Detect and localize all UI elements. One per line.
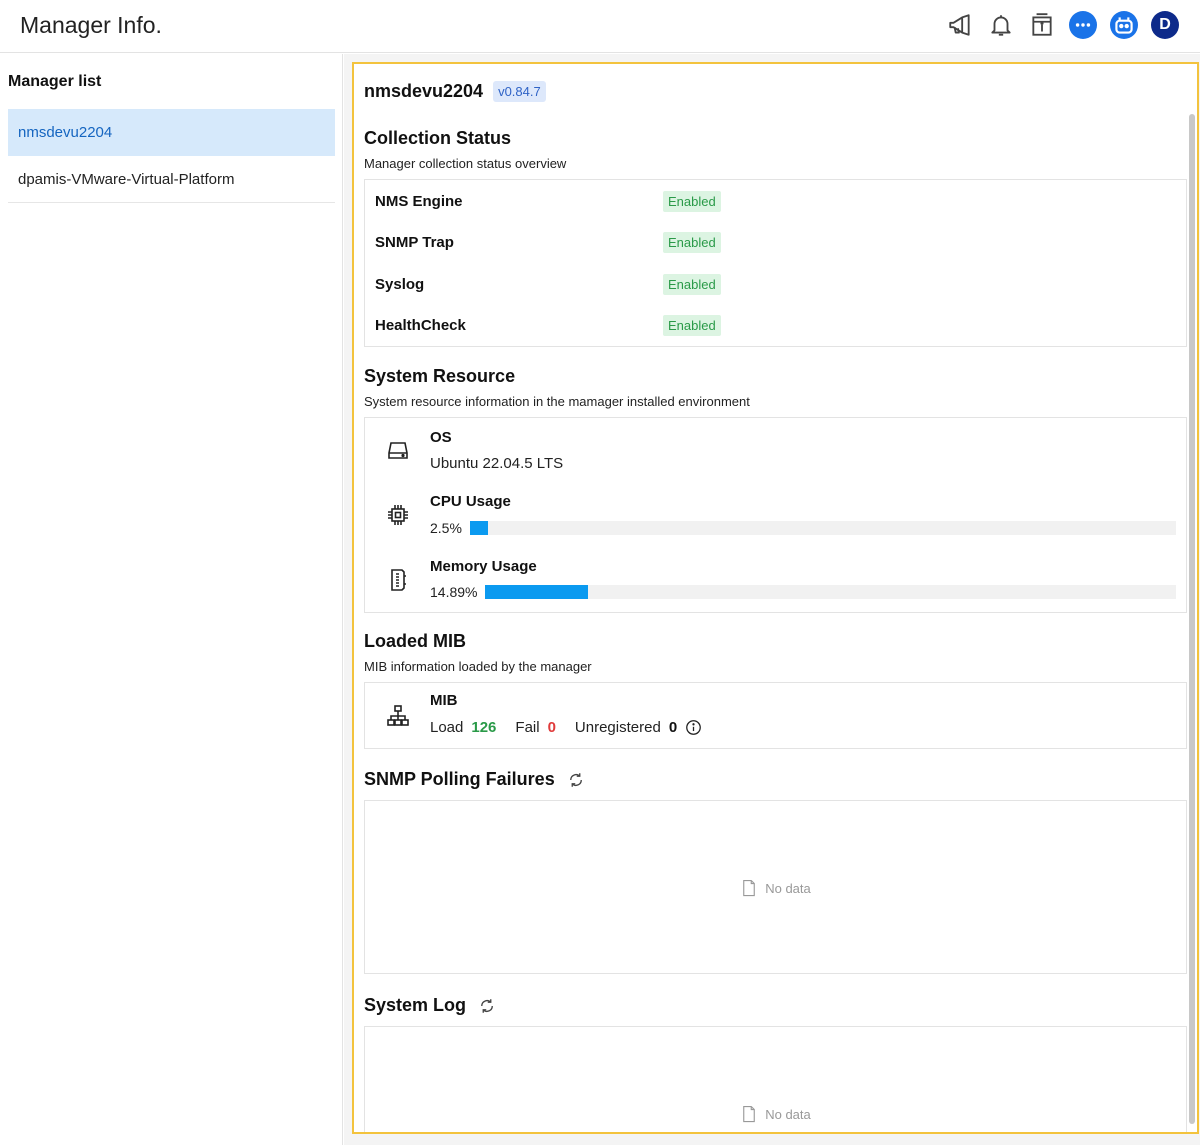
manager-name: nmsdevu2204 <box>364 81 484 101</box>
mib-label: MIB <box>430 692 458 709</box>
cpu-label: CPU Usage <box>430 493 511 510</box>
loaded-mib-subtitle: MIB information loaded by the manager <box>364 659 592 674</box>
version-badge: v0.84.7 <box>493 81 546 102</box>
fail-label: Fail <box>515 719 540 736</box>
cpu-percent: 2.5% <box>430 520 462 536</box>
status-badge: Enabled <box>663 190 721 212</box>
memory-icon <box>385 567 411 593</box>
avatar[interactable]: D <box>1150 10 1180 40</box>
manager-detail-panel: nmsdevu2204 v0.84.7 Collection Status Ma… <box>352 62 1199 1134</box>
page-title: Manager Info. <box>20 12 162 38</box>
bell-icon[interactable] <box>986 10 1016 40</box>
load-value: 126 <box>471 719 497 736</box>
status-row-snmp-trap: SNMP Trap Enabled <box>375 229 1175 255</box>
mib-stats: Load 126 Fail 0 Unregistered 0 <box>430 719 702 736</box>
top-header: Manager Info. D <box>0 0 1200 53</box>
memory-percent: 14.89% <box>430 584 478 600</box>
info-box-icon[interactable] <box>1027 10 1057 40</box>
system-log-box: No data <box>364 1026 1187 1132</box>
system-resource-subtitle: System resource information in the mamag… <box>364 394 750 409</box>
cpu-chip-icon <box>385 502 411 528</box>
os-value: Ubuntu 22.04.5 LTS <box>430 455 564 472</box>
file-icon <box>743 879 756 897</box>
collection-status-subtitle: Manager collection status overview <box>364 156 567 171</box>
system-log-title-row: System Log <box>364 995 496 1016</box>
snmp-polling-title: SNMP Polling Failures <box>364 769 555 789</box>
manager-header: nmsdevu2204 v0.84.7 <box>364 81 546 102</box>
status-badge: Enabled <box>663 231 721 253</box>
manager-list: nmsdevu2204 dpamis-VMware-Virtual-Platfo… <box>8 109 335 203</box>
megaphone-icon[interactable] <box>945 10 975 40</box>
sidebar-item-nmsdevu2204[interactable]: nmsdevu2204 <box>8 109 335 156</box>
status-label: NMS Engine <box>375 192 463 210</box>
snmp-polling-title-row: SNMP Polling Failures <box>364 769 585 790</box>
empty-state: No data <box>365 878 1186 898</box>
sitemap-icon <box>385 703 411 729</box>
refresh-icon[interactable] <box>567 771 585 789</box>
header-actions: D <box>934 10 1180 40</box>
unregistered-label: Unregistered <box>574 719 661 736</box>
file-icon <box>743 1105 756 1123</box>
system-log-title: System Log <box>364 995 467 1015</box>
unregistered-value: 0 <box>668 719 678 736</box>
collection-status-title: Collection Status <box>364 128 512 148</box>
fail-value: 0 <box>547 719 556 736</box>
status-label: SNMP Trap <box>375 233 454 251</box>
load-label: Load <box>430 719 464 736</box>
status-badge: Enabled <box>663 273 721 295</box>
memory-progress-fill <box>485 585 589 599</box>
status-label: HealthCheck <box>375 316 466 334</box>
loaded-mib-box: MIB Load 126 Fail 0 Unregistered 0 <box>364 682 1187 749</box>
system-resource-box: OS Ubuntu 22.04.5 LTS CPU Usage 2.5% Mem… <box>364 417 1187 613</box>
snmp-polling-box: No data <box>364 800 1187 974</box>
scrollbar[interactable] <box>1189 114 1195 1124</box>
system-resource-title: System Resource <box>364 366 516 386</box>
sidebar-item-dpamis-vmware[interactable]: dpamis-VMware-Virtual-Platform <box>8 156 335 203</box>
bot-icon[interactable] <box>1109 10 1139 40</box>
no-data-text: No data <box>765 1106 811 1122</box>
hard-drive-icon <box>385 438 411 464</box>
info-circle-icon[interactable] <box>685 719 702 736</box>
memory-usage-row: 14.89% <box>430 584 1176 600</box>
sidebar: Manager list nmsdevu2204 dpamis-VMware-V… <box>0 54 343 1145</box>
status-label: Syslog <box>375 275 425 293</box>
refresh-icon[interactable] <box>478 997 496 1015</box>
cpu-progress-bar <box>469 521 1176 535</box>
empty-state: No data <box>365 1104 1186 1124</box>
status-row-syslog: Syslog Enabled <box>375 271 1175 297</box>
memory-label: Memory Usage <box>430 558 537 575</box>
status-row-healthcheck: HealthCheck Enabled <box>375 312 1175 338</box>
loaded-mib-title: Loaded MIB <box>364 631 466 651</box>
cpu-usage-row: 2.5% <box>430 520 1176 536</box>
chat-icon[interactable] <box>1068 10 1098 40</box>
status-row-nms-engine: NMS Engine Enabled <box>375 188 1175 214</box>
no-data-text: No data <box>765 880 811 896</box>
cpu-progress-fill <box>469 521 488 535</box>
status-badge: Enabled <box>663 314 721 336</box>
memory-progress-bar <box>485 585 1176 599</box>
sidebar-title: Manager list <box>8 73 102 90</box>
os-label: OS <box>430 429 452 446</box>
collection-status-box: NMS Engine Enabled SNMP Trap Enabled Sys… <box>364 179 1187 347</box>
